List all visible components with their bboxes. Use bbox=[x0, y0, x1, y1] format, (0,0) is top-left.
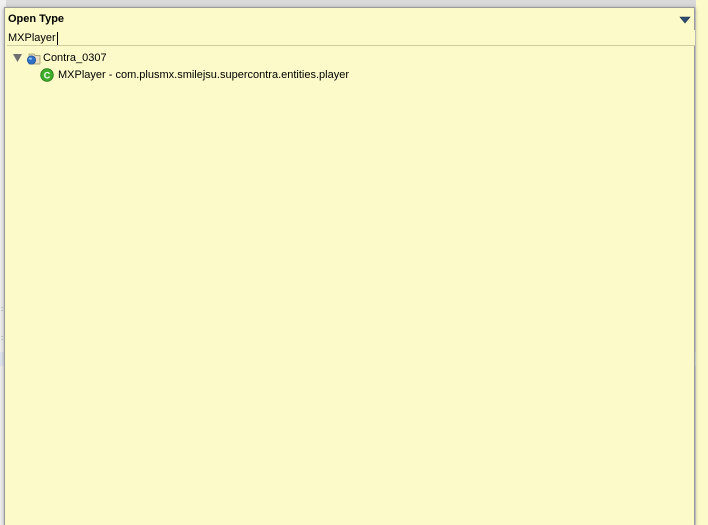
view-menu-triangle-icon[interactable] bbox=[679, 16, 691, 25]
background-right-strip bbox=[696, 0, 708, 525]
expand-triangle-icon[interactable] bbox=[12, 53, 23, 63]
tree-item-project[interactable]: Contra_0307 bbox=[12, 50, 107, 66]
text-caret bbox=[57, 32, 58, 45]
popup-title: Open Type bbox=[8, 13, 65, 25]
search-input[interactable] bbox=[7, 30, 695, 46]
java-project-icon bbox=[26, 53, 41, 65]
class-icon: C bbox=[40, 68, 54, 82]
background-artifact: : bbox=[1, 306, 3, 313]
type-label: MXPlayer - com.plusmx.smilejsu.supercont… bbox=[58, 69, 349, 81]
tree-item-type[interactable]: C MXPlayer - com.plusmx.smilejsu.superco… bbox=[40, 67, 349, 83]
open-type-popup: Open Type Contra_0307 C MXPlayer - com.p… bbox=[4, 7, 695, 525]
project-label: Contra_0307 bbox=[43, 52, 107, 64]
svg-text:C: C bbox=[44, 70, 51, 80]
background-artifact: : bbox=[1, 335, 3, 342]
